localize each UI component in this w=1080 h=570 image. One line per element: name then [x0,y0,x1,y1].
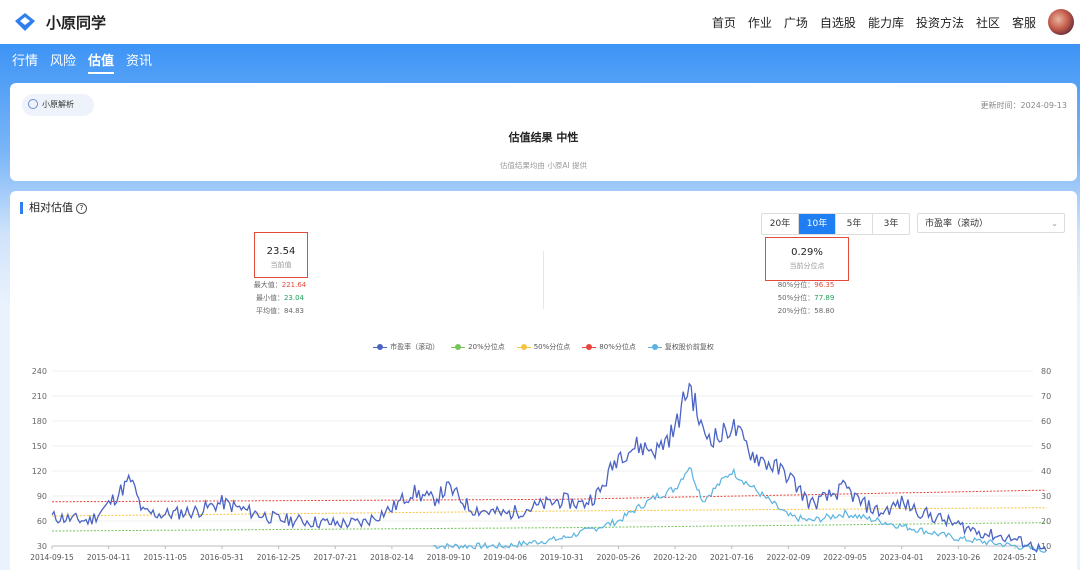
y-right-tick-label: 50 [1041,442,1051,451]
pe-chart[interactable]: 3060901201501802102401020304050607080201… [0,0,1080,570]
y-right-tick-label: 80 [1041,367,1051,376]
x-tick-label: 2019-04-06 [483,553,527,562]
y-right-tick-label: 70 [1041,392,1051,401]
y-left-tick-label: 240 [32,367,47,376]
x-tick-label: 2024-05-21 [993,553,1037,562]
x-tick-label: 2021-07-16 [710,553,754,562]
y-left-tick-label: 210 [32,392,47,401]
y-left-tick-label: 90 [37,492,47,501]
y-left-tick-label: 60 [37,517,47,526]
y-left-tick-label: 180 [32,417,47,426]
p20-line [51,522,1047,532]
y-right-tick-label: 20 [1041,517,1051,526]
y-left-tick-label: 120 [32,467,47,476]
y-left-tick-label: 150 [32,442,47,451]
x-tick-label: 2019-10-31 [540,553,584,562]
x-tick-label: 2018-09-10 [427,553,471,562]
x-tick-label: 2015-04-11 [87,553,131,562]
x-tick-label: 2023-04-01 [880,553,924,562]
y-right-tick-label: 60 [1041,417,1051,426]
y-right-tick-label: 30 [1041,492,1051,501]
pe-line [51,382,1047,553]
x-tick-label: 2016-12-25 [257,553,301,562]
x-tick-label: 2022-02-09 [767,553,811,562]
x-tick-label: 2020-05-26 [597,553,641,562]
x-tick-label: 2014-09-15 [30,553,74,562]
x-tick-label: 2017-07-21 [313,553,357,562]
x-tick-label: 2016-05-31 [200,553,244,562]
y-right-tick-label: 40 [1041,467,1051,476]
x-tick-label: 2022-09-05 [823,553,867,562]
x-tick-label: 2015-11-05 [143,553,187,562]
x-tick-label: 2018-02-14 [370,553,414,562]
y-left-tick-label: 30 [37,542,47,551]
x-tick-label: 2023-10-26 [937,553,981,562]
x-tick-label: 2020-12-20 [653,553,697,562]
